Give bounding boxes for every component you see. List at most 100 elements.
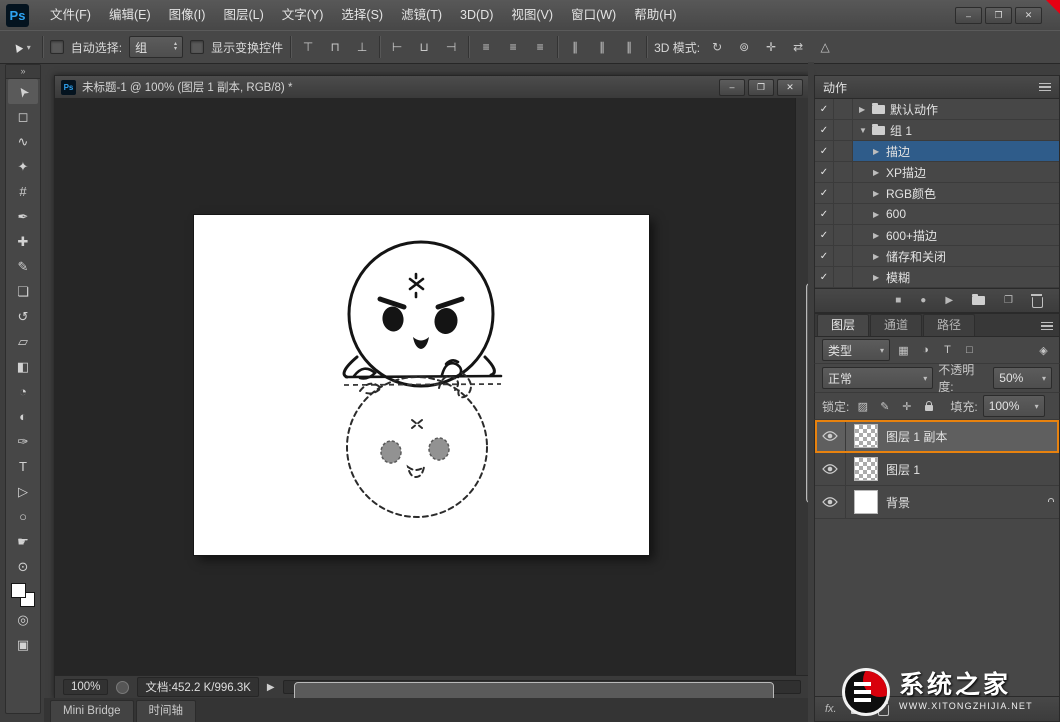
action-check-toggle[interactable]: ✓ [815,183,834,203]
lock-pixels-button[interactable]: ✎ [876,398,893,415]
3d-scale-button[interactable]: △ [815,37,835,57]
expand-arrow-icon[interactable]: ▶ [873,252,881,261]
layer-row-selected[interactable]: 图层 1 副本 [815,420,1059,453]
align-top-edges-button[interactable]: ⊤ [298,37,318,57]
vertical-scrollbar[interactable] [795,98,809,676]
quick-selection-tool[interactable]: ✦ [8,154,38,179]
menu-help[interactable]: 帮助(H) [625,0,685,30]
collapse-arrow-icon[interactable]: ▼ [859,126,867,135]
expand-arrow-icon[interactable]: ▶ [873,147,881,156]
type-tool[interactable]: T [8,454,38,479]
expand-arrow-icon[interactable]: ▶ [873,273,881,282]
doc-minimize-button[interactable]: – [719,79,745,96]
eyedropper-tool[interactable]: ✒ [8,204,38,229]
action-row[interactable]: ✓ ▶ XP描边 [815,162,1059,183]
3d-slide-button[interactable]: ⇄ [788,37,808,57]
tab-mini-bridge[interactable]: Mini Bridge [50,700,134,722]
stop-recording-button[interactable]: ■ [895,295,901,306]
panel-menu-icon[interactable] [1041,322,1053,331]
show-transform-checkbox[interactable] [190,40,204,54]
tab-channels[interactable]: 通道 [870,314,922,336]
action-dialog-toggle[interactable] [834,162,853,182]
pen-tool[interactable]: ✑ [8,429,38,454]
action-dialog-toggle[interactable] [834,204,853,224]
distribute-vertical-centers-button[interactable]: ≡ [503,37,523,57]
align-bottom-edges-button[interactable]: ⊥ [352,37,372,57]
align-vertical-centers-button[interactable]: ⊓ [325,37,345,57]
action-check-toggle[interactable]: ✓ [815,225,834,245]
status-options-arrow[interactable]: ▶ [267,682,275,693]
action-dialog-toggle[interactable] [834,141,853,161]
history-brush-tool[interactable]: ↺ [8,304,38,329]
action-check-toggle[interactable]: ✓ [815,246,834,266]
filter-adjustment-layers-button[interactable]: ◑ [917,342,934,359]
auto-select-checkbox[interactable] [50,40,64,54]
actions-panel-header[interactable]: 动作 [814,75,1060,99]
auto-select-dropdown[interactable]: 组 ▴▾ [129,36,183,58]
zoom-level-field[interactable]: 100% [63,679,108,695]
expand-arrow-icon[interactable]: ▶ [873,168,881,177]
menu-edit[interactable]: 编辑(E) [100,0,160,30]
restore-button[interactable]: ❐ [985,7,1012,24]
menu-window[interactable]: 窗口(W) [562,0,625,30]
horizontal-scrollbar[interactable] [283,680,801,694]
layer-thumbnail[interactable] [854,424,878,448]
ellipse-tool[interactable]: ○ [8,504,38,529]
distribute-left-button[interactable]: ∥ [565,37,585,57]
layer-thumbnail[interactable] [854,490,878,514]
distribute-horizontal-centers-button[interactable]: ∥ [592,37,612,57]
lock-transparency-button[interactable]: ▨ [854,398,871,415]
clone-stamp-tool[interactable]: ❏ [8,279,38,304]
action-dialog-toggle[interactable] [834,120,853,140]
menu-view[interactable]: 视图(V) [502,0,562,30]
action-row[interactable]: ✓ ▶ 储存和关闭 [815,246,1059,267]
menu-select[interactable]: 选择(S) [332,0,392,30]
eraser-tool[interactable]: ▱ [8,329,38,354]
lock-all-button[interactable] [920,398,937,415]
menu-filter[interactable]: 滤镜(T) [392,0,451,30]
3d-rotate-button[interactable]: ↻ [707,37,727,57]
foreground-color-swatch[interactable] [11,583,26,598]
distribute-right-button[interactable]: ∥ [619,37,639,57]
3d-drag-button[interactable]: ✛ [761,37,781,57]
action-row[interactable]: ✓ ▶ 600+描边 [815,225,1059,246]
action-dialog-toggle[interactable] [834,267,853,287]
action-row[interactable]: ✓ ▶ 600 [815,204,1059,225]
action-check-toggle[interactable]: ✓ [815,99,834,119]
visibility-toggle[interactable] [815,486,846,518]
filter-smart-objects-button[interactable]: ◈ [1035,342,1052,359]
color-swatches[interactable] [10,583,36,607]
layer-fx-button[interactable]: fx. [825,703,837,715]
play-action-button[interactable]: ▶ [945,295,953,306]
menu-image[interactable]: 图像(I) [160,0,215,30]
document-title-bar[interactable]: Ps 未标题-1 @ 100% (图层 1 副本, RGB/8) * – ❐ ✕ [55,76,809,99]
doc-restore-button[interactable]: ❐ [748,79,774,96]
dodge-tool[interactable]: ◐ [8,404,38,429]
layer-row-background[interactable]: 背景 [815,486,1059,519]
close-button[interactable]: ✕ [1015,7,1042,24]
3d-roll-button[interactable]: ⊚ [734,37,754,57]
menu-file[interactable]: 文件(F) [41,0,100,30]
new-action-set-button[interactable] [972,296,985,305]
action-check-toggle[interactable]: ✓ [815,267,834,287]
path-selection-tool[interactable]: ▷ [8,479,38,504]
menu-layer[interactable]: 图层(L) [214,0,272,30]
layer-filter-dropdown[interactable]: 类型 ▾ [822,339,890,361]
opacity-dropdown[interactable]: 50% ▾ [993,367,1052,389]
expand-arrow-icon[interactable]: ▶ [859,105,867,114]
filter-type-layers-button[interactable]: T [939,342,956,359]
expand-arrow-icon[interactable]: ▶ [873,189,881,198]
action-check-toggle[interactable]: ✓ [815,141,834,161]
filter-shape-layers-button[interactable]: □ [961,342,978,359]
expand-arrow-icon[interactable]: ▶ [873,210,881,219]
brush-tool[interactable]: ✎ [8,254,38,279]
action-row[interactable]: ✓ ▶ 默认动作 [815,99,1059,120]
layer-row[interactable]: 图层 1 [815,453,1059,486]
rectangular-marquee-tool[interactable]: ◻ [8,104,38,129]
collapse-toolbar-button[interactable]: » [6,65,40,79]
action-row[interactable]: ✓ ▶ RGB颜色 [815,183,1059,204]
action-dialog-toggle[interactable] [834,246,853,266]
quick-mask-button[interactable]: ◎ [8,607,38,632]
spinner-icon[interactable]: ▴▾ [174,42,177,52]
hand-tool[interactable]: ☛ [8,529,38,554]
